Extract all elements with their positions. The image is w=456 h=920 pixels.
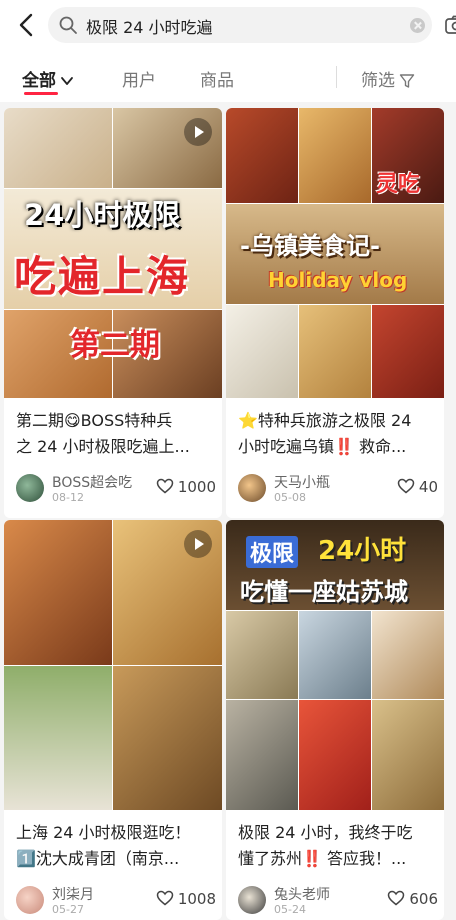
like-count: 40 — [418, 478, 438, 496]
search-bar[interactable]: 极限 24 小时吃遍 — [48, 7, 456, 43]
tab-product[interactable]: 商品 — [200, 66, 234, 91]
clear-icon[interactable] — [410, 18, 425, 33]
note-card[interactable]: -乌镇美食记- Holiday vlog 灵吃 ⭐特种兵旅游之极限 24 小时吃… — [226, 108, 444, 518]
avatar[interactable] — [238, 474, 266, 502]
post-date: 08-12 — [52, 491, 84, 504]
author-name[interactable]: BOSS超会吃 — [52, 472, 132, 492]
cover-caption: 极限 — [246, 536, 299, 568]
search-icon — [59, 16, 77, 34]
like-button[interactable]: 1000 — [156, 478, 216, 496]
cover-caption: Holiday vlog — [268, 268, 408, 292]
note-cover-image[interactable]: 24小时极限 吃遍上海 第二期 — [4, 108, 222, 398]
tab-user[interactable]: 用户 — [122, 66, 156, 91]
note-title[interactable]: 极限 24 小时，我终于吃 懂了苏州‼️ 答应我！... — [238, 820, 436, 872]
back-arrow-icon[interactable] — [14, 12, 38, 38]
filter-icon — [399, 74, 415, 88]
author-name[interactable]: 兔头老师 — [274, 884, 330, 904]
search-input[interactable]: 极限 24 小时吃遍 — [86, 14, 213, 38]
author-row: 天马小瓶 05-08 40 — [238, 472, 438, 506]
author-row: 刘柒月 05-27 1008 — [16, 884, 216, 918]
cover-caption: 第二期 — [70, 328, 160, 363]
active-tab-indicator — [24, 92, 58, 95]
note-title-line: 小时吃遍乌镇‼️ 救命... — [238, 437, 407, 456]
heart-icon — [156, 890, 174, 906]
cover-caption: 吃遍上海 — [14, 252, 191, 301]
chevron-down-icon — [61, 77, 73, 85]
filter-tabs: 全部 用户 商品 筛选 — [0, 50, 456, 102]
author-row: BOSS超会吃 08-12 1000 — [16, 472, 216, 506]
avatar[interactable] — [16, 474, 44, 502]
note-cover-image[interactable] — [4, 520, 222, 810]
cover-caption: -乌镇美食记- — [240, 232, 380, 260]
like-button[interactable]: 1008 — [156, 890, 216, 908]
like-count: 606 — [409, 890, 438, 908]
note-cover-image[interactable]: -乌镇美食记- Holiday vlog 灵吃 — [226, 108, 444, 398]
tab-all-label: 全部 — [22, 71, 56, 91]
note-title-line: ⭐特种兵旅游之极限 24 — [238, 411, 412, 430]
avatar[interactable] — [238, 886, 266, 914]
post-date: 05-27 — [52, 903, 84, 916]
note-title-line: 1️⃣沈大成青团（南京... — [16, 849, 180, 868]
play-icon — [184, 118, 212, 146]
note-title-line: 第二期😋BOSS特种兵 — [16, 411, 173, 430]
author-row: 兔头老师 05-24 606 — [238, 884, 438, 918]
note-card[interactable]: 上海 24 小时极限逛吃！ 1️⃣沈大成青团（南京... 刘柒月 05-27 1… — [4, 520, 222, 920]
like-button[interactable]: 40 — [397, 478, 438, 496]
post-date: 05-08 — [274, 491, 306, 504]
like-count: 1000 — [177, 478, 216, 496]
avatar[interactable] — [16, 886, 44, 914]
note-title-line: 极限 24 小时，我终于吃 — [238, 823, 413, 842]
note-title-line: 懂了苏州‼️ 答应我！... — [238, 849, 407, 868]
tab-all[interactable]: 全部 — [22, 66, 74, 91]
like-button[interactable]: 606 — [387, 890, 438, 908]
heart-icon — [397, 478, 415, 494]
cover-caption: 24小时极限 — [24, 198, 181, 232]
note-title[interactable]: 第二期😋BOSS特种兵 之 24 小时极限吃遍上... — [16, 408, 214, 460]
post-date: 05-24 — [274, 903, 306, 916]
top-bar: 极限 24 小时吃遍 — [0, 0, 456, 50]
note-title[interactable]: 上海 24 小时极限逛吃！ 1️⃣沈大成青团（南京... — [16, 820, 214, 872]
cover-caption: 24小时 — [318, 536, 407, 566]
heart-icon — [388, 890, 405, 906]
note-cover-image[interactable]: 极限 24小时 吃懂一座姑苏城 — [226, 520, 444, 810]
tab-divider — [336, 66, 337, 88]
camera-icon[interactable] — [444, 15, 456, 35]
note-title-line: 上海 24 小时极限逛吃！ — [16, 823, 191, 842]
filter-button[interactable]: 筛选 — [361, 66, 415, 91]
note-title-line: 之 24 小时极限吃遍上... — [16, 437, 190, 456]
author-name[interactable]: 天马小瓶 — [274, 472, 330, 492]
heart-icon — [156, 478, 174, 494]
cover-caption: 吃懂一座姑苏城 — [240, 578, 408, 606]
author-name[interactable]: 刘柒月 — [52, 884, 94, 904]
note-card[interactable]: 24小时极限 吃遍上海 第二期 第二期😋BOSS特种兵 之 24 小时极限吃遍上… — [4, 108, 222, 518]
filter-label: 筛选 — [361, 71, 395, 91]
note-title[interactable]: ⭐特种兵旅游之极限 24 小时吃遍乌镇‼️ 救命... — [238, 408, 436, 460]
play-icon — [184, 530, 212, 558]
note-card[interactable]: 极限 24小时 吃懂一座姑苏城 极限 24 小时，我终于吃 懂了苏州‼️ 答应我… — [226, 520, 444, 920]
like-count: 1008 — [177, 890, 216, 908]
cover-caption: 灵吃 — [376, 172, 421, 197]
